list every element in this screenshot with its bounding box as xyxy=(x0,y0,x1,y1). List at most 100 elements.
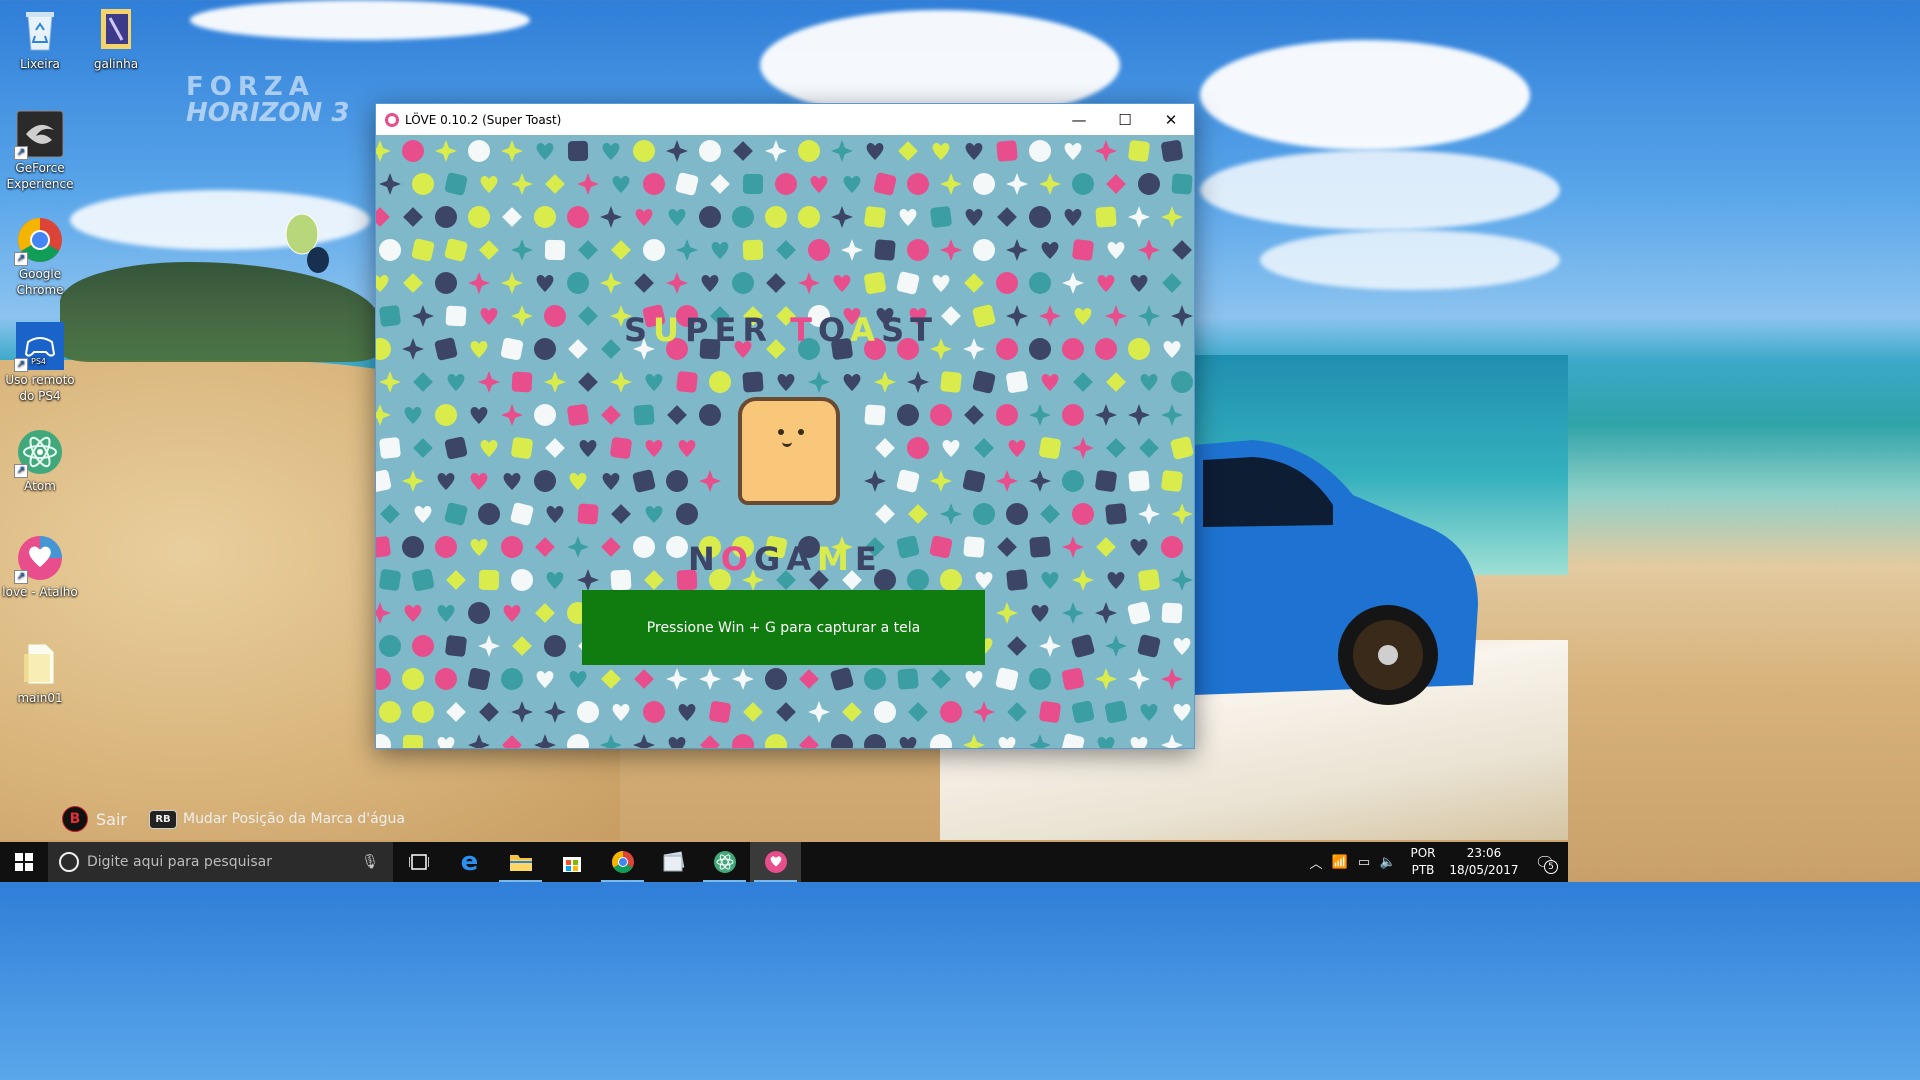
wifi-icon[interactable]: 📶 xyxy=(1328,855,1352,870)
pattern-star xyxy=(863,469,887,493)
atom-icon: ↗ xyxy=(14,428,64,478)
maximize-button[interactable]: ☐ xyxy=(1102,104,1148,135)
love-window[interactable]: LÖVE 0.10.2 (Super Toast) — ☐ ✕ SUPER TO… xyxy=(375,103,1195,749)
pattern-heart xyxy=(962,205,986,229)
action-center-button[interactable]: 🗨 5 xyxy=(1522,853,1568,874)
pattern-circle xyxy=(731,733,755,748)
pattern-circle xyxy=(774,172,798,196)
desktop-icon-geforce[interactable]: ↗ GeForce Experience xyxy=(0,110,80,192)
start-button[interactable] xyxy=(0,842,48,882)
pattern-star xyxy=(632,733,656,748)
pattern-square xyxy=(995,139,1019,163)
pattern-star xyxy=(378,172,402,196)
pattern-diamond xyxy=(1170,238,1194,262)
pattern-diamond xyxy=(500,205,524,229)
desktop-icon-chrome[interactable]: ↗ Google Chrome xyxy=(0,216,80,298)
pattern-diamond xyxy=(962,271,986,295)
pattern-circle xyxy=(411,634,435,658)
pattern-star xyxy=(1005,304,1029,328)
desktop-icon-galinha[interactable]: galinha xyxy=(76,6,156,72)
pattern-circle xyxy=(642,172,666,196)
chevron-up-icon[interactable]: ︿ xyxy=(1304,853,1328,872)
pattern-circle xyxy=(896,403,920,427)
taskbar-love[interactable] xyxy=(750,842,801,882)
watermark-position-label[interactable]: Mudar Posição da Marca d'água xyxy=(183,811,405,827)
language-line1: POR xyxy=(1410,846,1436,860)
pattern-circle xyxy=(863,733,887,748)
pattern-circle xyxy=(698,139,722,163)
task-view-button[interactable] xyxy=(393,842,444,882)
recycle-bin-icon xyxy=(16,6,64,54)
taskbar-edge[interactable]: e xyxy=(444,842,495,882)
pattern-square xyxy=(972,304,996,328)
pattern-diamond xyxy=(510,634,534,658)
game-canvas[interactable]: SUPER TOAST NOGAME Pressione Win + G par… xyxy=(376,135,1194,748)
language-indicator[interactable]: POR PTB xyxy=(1400,845,1446,879)
pattern-heart xyxy=(962,667,986,691)
clock-date: 18/05/2017 xyxy=(1449,863,1519,877)
gamebar-hint: B Sair RB Mudar Posição da Marca d'água xyxy=(62,806,405,832)
pattern-circle xyxy=(533,469,557,493)
taskbar-file-explorer[interactable] xyxy=(495,842,546,882)
microphone-icon[interactable]: 🎙 xyxy=(361,854,379,870)
pattern-square xyxy=(376,469,392,493)
pattern-diamond xyxy=(642,568,666,592)
desktop-icon-love[interactable]: ↗ love - Atalho xyxy=(0,534,80,600)
pattern-diamond xyxy=(576,370,600,394)
pattern-heart xyxy=(642,502,666,526)
volume-icon[interactable]: 🔈 xyxy=(1376,855,1400,870)
desktop-icon-recycle-bin[interactable]: Lixeira xyxy=(0,6,80,72)
pattern-diamond xyxy=(995,535,1019,559)
pattern-diamond xyxy=(1094,535,1118,559)
taskbar-photos[interactable] xyxy=(648,842,699,882)
pattern-square xyxy=(632,469,656,493)
pattern-heart xyxy=(467,337,491,361)
exit-label[interactable]: Sair xyxy=(96,810,127,829)
close-button[interactable]: ✕ xyxy=(1148,104,1194,135)
pattern-square xyxy=(1094,205,1118,229)
pattern-star xyxy=(411,304,435,328)
desktop-icon-main01[interactable]: main01 xyxy=(0,640,80,706)
search-box[interactable]: Digite aqui para pesquisar 🎙 xyxy=(48,842,393,882)
pattern-square xyxy=(378,568,402,592)
pattern-circle xyxy=(764,733,788,748)
ps4-badge: PS4 xyxy=(31,357,46,366)
window-titlebar[interactable]: LÖVE 0.10.2 (Super Toast) — ☐ ✕ xyxy=(376,104,1194,135)
pattern-heart xyxy=(434,601,458,625)
taskbar-chrome[interactable] xyxy=(597,842,648,882)
desktop-icon-ps4-remote[interactable]: PS4 ↗ Uso remoto do PS4 xyxy=(0,322,80,404)
battery-icon[interactable]: ▭ xyxy=(1352,855,1376,870)
pattern-heart xyxy=(1170,634,1194,658)
taskbar-atom[interactable] xyxy=(699,842,750,882)
pattern-heart xyxy=(1071,304,1095,328)
pattern-heart xyxy=(1137,700,1161,724)
pattern-heart xyxy=(1028,601,1052,625)
desktop-icon-atom[interactable]: ↗ Atom xyxy=(0,428,80,494)
pattern-star xyxy=(698,667,722,691)
pattern-square xyxy=(1071,634,1095,658)
pattern-star xyxy=(830,139,854,163)
pattern-heart xyxy=(376,271,392,295)
pattern-diamond xyxy=(444,568,468,592)
pattern-square xyxy=(1127,139,1151,163)
pattern-star xyxy=(1061,535,1085,559)
pattern-star xyxy=(665,667,689,691)
pattern-star xyxy=(962,337,986,361)
pattern-diamond xyxy=(764,271,788,295)
pattern-circle xyxy=(434,271,458,295)
desktop-icon-label: Uso remoto do PS4 xyxy=(5,373,75,403)
minimize-button[interactable]: — xyxy=(1056,104,1102,135)
pattern-square xyxy=(1061,733,1085,748)
taskbar-store[interactable] xyxy=(546,842,597,882)
pattern-circle xyxy=(1028,337,1052,361)
clock[interactable]: 23:06 18/05/2017 xyxy=(1446,845,1522,879)
pattern-star xyxy=(477,370,501,394)
file-icon xyxy=(16,640,64,688)
pattern-star xyxy=(576,568,600,592)
pattern-heart xyxy=(1005,436,1029,460)
pattern-square xyxy=(675,370,699,394)
pattern-square xyxy=(609,568,633,592)
pattern-star xyxy=(566,535,590,559)
pattern-square xyxy=(1160,139,1184,163)
pattern-square xyxy=(741,238,765,262)
